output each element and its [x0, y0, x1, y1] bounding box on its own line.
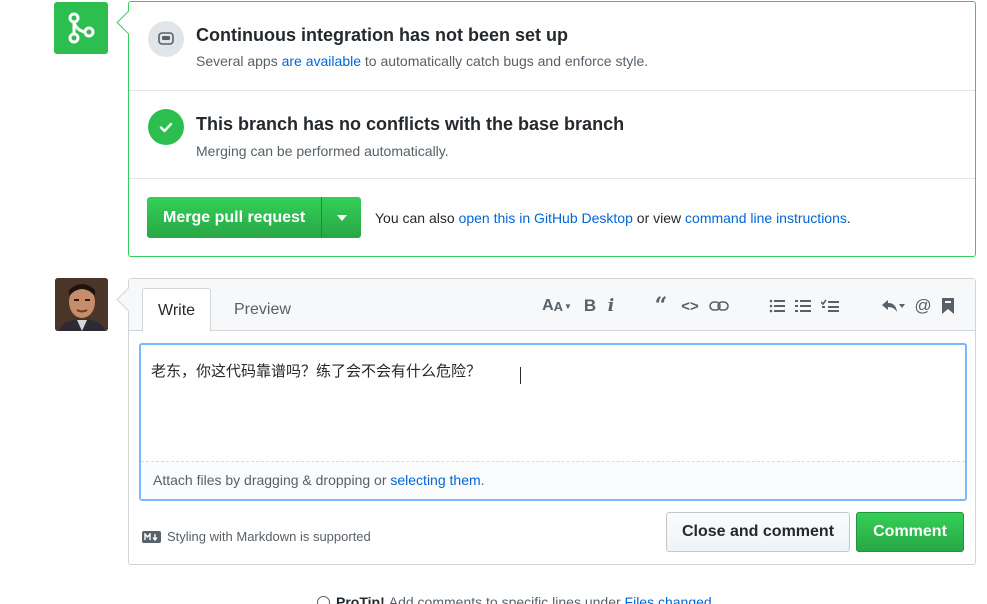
comment-button[interactable]: Comment	[856, 512, 964, 552]
lightbulb-icon	[317, 595, 330, 604]
tab-write[interactable]: Write	[142, 288, 212, 332]
ordered-list-icon[interactable]	[793, 295, 813, 317]
ci-status-icon	[148, 21, 184, 57]
apps-available-link[interactable]: are available	[282, 53, 361, 69]
mention-icon[interactable]: @	[913, 295, 933, 317]
command-line-instructions-link[interactable]: command line instructions	[685, 210, 847, 226]
conflicts-title: This branch has no conflicts with the ba…	[196, 114, 625, 134]
comment-form: Write Preview A A ▼ B i “ <> @ 老东，你这代码靠谱…	[128, 278, 976, 565]
merge-pull-request-button[interactable]: Merge pull request	[147, 197, 323, 238]
merge-box: Continuous integration has not been set …	[128, 1, 976, 257]
comment-tab-header: Write Preview A A ▼ B i “ <> @	[129, 279, 975, 332]
text-cursor	[520, 367, 521, 384]
header-icon[interactable]: A A ▼	[539, 295, 575, 317]
quote-icon[interactable]: “	[651, 293, 671, 319]
markdown-icon	[142, 530, 161, 543]
link-icon[interactable]	[707, 295, 731, 317]
unordered-list-icon[interactable]	[767, 295, 787, 317]
bookmark-icon[interactable]	[939, 295, 957, 317]
ci-subtitle: Several apps are available to automatica…	[196, 53, 649, 69]
bold-icon[interactable]: B	[581, 295, 599, 317]
avatar[interactable]	[55, 278, 108, 331]
merge-note: You can also open this in GitHub Desktop…	[375, 210, 851, 226]
conflicts-subtitle: Merging can be performed automatically.	[196, 143, 449, 159]
italic-icon[interactable]: i	[603, 295, 619, 317]
selecting-them-link[interactable]: selecting them	[390, 472, 480, 488]
comment-textarea[interactable]: 老东，你这代码靠谱吗？练了会不会有什么危险？ Attach files by d…	[139, 343, 967, 501]
close-and-comment-button[interactable]: Close and comment	[666, 512, 850, 552]
tab-preview[interactable]: Preview	[219, 288, 306, 332]
open-github-desktop-link[interactable]: open this in GitHub Desktop	[459, 210, 633, 226]
task-list-icon[interactable]	[819, 295, 841, 317]
markdown-note[interactable]: Styling with Markdown is supported	[142, 529, 371, 544]
protip: ProTip! Add comments to specific lines u…	[317, 594, 712, 604]
merge-action-section: Merge pull request You can also open thi…	[129, 179, 975, 257]
code-icon[interactable]: <>	[679, 295, 701, 317]
check-icon	[148, 109, 184, 145]
chevron-down-icon	[336, 214, 347, 221]
files-changed-link[interactable]: Files changed	[625, 594, 712, 604]
ci-title: Continuous integration has not been set …	[196, 25, 568, 45]
attach-files-bar[interactable]: Attach files by dragging & dropping or s…	[141, 461, 965, 499]
merge-button-group: Merge pull request	[147, 197, 362, 238]
conflicts-section: This branch has no conflicts with the ba…	[129, 91, 975, 179]
reply-icon[interactable]	[879, 295, 907, 317]
comment-text: 老东，你这代码靠谱吗？练了会不会有什么危险？	[151, 362, 482, 380]
merge-options-caret[interactable]	[322, 197, 362, 238]
merge-icon	[54, 2, 108, 54]
ci-section: Continuous integration has not been set …	[129, 2, 975, 91]
